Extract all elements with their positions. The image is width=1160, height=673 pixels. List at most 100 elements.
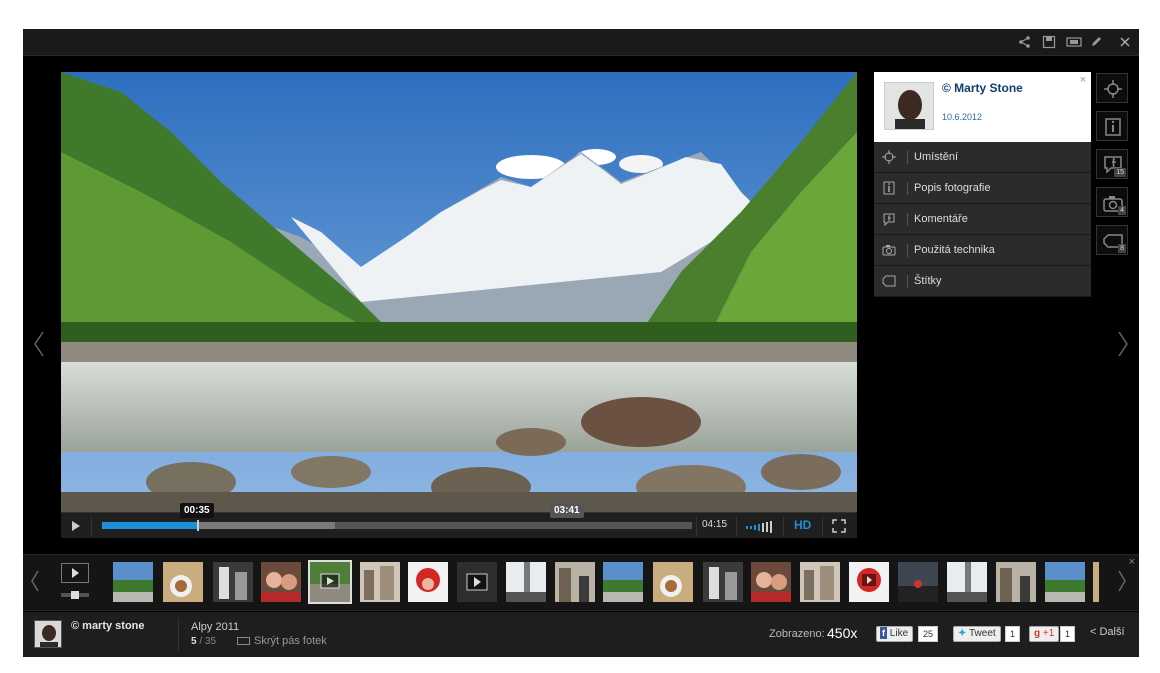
author-avatar[interactable] [884, 82, 934, 130]
menu-label: Štítky [914, 275, 942, 287]
comments-side-icon[interactable]: 15 [1096, 149, 1128, 179]
author-card: © Marty Stone 10.6.2012 × [874, 72, 1091, 142]
menu-item-tags[interactable]: Štítky [874, 266, 1091, 297]
filmstrip-thumb[interactable] [213, 562, 253, 602]
google-plus-button[interactable]: g +1 [1029, 626, 1060, 642]
facebook-icon: f [880, 627, 887, 639]
photo-viewer-window: 04:15 HD 00:35 03:41 © Marty Stone 10.6.… [23, 29, 1139, 657]
filmstrip-thumb[interactable] [506, 562, 546, 602]
twitter-bird-icon: ✦ [958, 628, 967, 639]
info-icon [882, 181, 900, 195]
filmstrip-thumb-active[interactable] [308, 560, 352, 604]
filmstrip-next-icon[interactable] [1117, 569, 1127, 598]
slideshow-icon[interactable] [1066, 35, 1082, 49]
filmstrip-thumb[interactable] [555, 562, 595, 602]
crosshair-icon [882, 150, 900, 164]
share-icon: < [1090, 626, 1097, 638]
controls-divider [696, 516, 697, 536]
filmstrip-prev-icon[interactable] [30, 569, 40, 598]
filmstrip-thumb[interactable] [1093, 562, 1099, 602]
filmstrip-thumb[interactable] [653, 562, 693, 602]
info-side-icon[interactable] [1096, 111, 1128, 141]
user-avatar[interactable] [34, 620, 62, 648]
slideshow-speed-slider[interactable] [61, 591, 89, 599]
video-player[interactable]: 04:15 HD 00:35 03:41 [61, 72, 857, 538]
progress-bar[interactable] [101, 520, 693, 531]
tags-count-badge: 8 [1118, 244, 1126, 253]
camera-icon [882, 243, 900, 257]
bottom-bar: © marty stone Alpy 2011 5 / 35 Skrýt pás… [23, 612, 1139, 657]
menu-item-description[interactable]: Popis fotografie [874, 173, 1091, 204]
filmstrip-thumb[interactable] [261, 562, 301, 602]
progress-handle[interactable] [197, 520, 199, 531]
tweet-label: Tweet [969, 628, 996, 639]
next-button[interactable]: < Další [1090, 626, 1125, 638]
views-label: Zobrazeno: [769, 628, 825, 640]
menu-divider [907, 182, 908, 195]
google-plus-icon: g [1034, 628, 1041, 639]
tweet-count: 1 [1005, 626, 1021, 642]
save-icon[interactable] [1042, 35, 1056, 49]
menu-item-location[interactable]: Umístění [874, 142, 1091, 173]
controls-divider [736, 516, 737, 536]
filmstrip-thumb[interactable] [360, 562, 400, 602]
facebook-like-button[interactable]: f Like [876, 626, 914, 642]
google-plus-label: +1 [1042, 628, 1055, 639]
filmstrip-close-icon[interactable]: × [1129, 556, 1135, 568]
filmstrip-thumb[interactable] [898, 562, 938, 602]
photo-position: 5 / 35 [191, 636, 216, 647]
menu-label: Umístění [914, 151, 959, 163]
slider-handle[interactable] [71, 591, 79, 599]
views-count: 450x [827, 625, 858, 641]
slideshow-play-button[interactable] [61, 563, 89, 583]
close-info-icon[interactable]: × [1080, 74, 1086, 86]
controls-divider [822, 516, 823, 536]
tags-side-icon[interactable]: 8 [1096, 225, 1128, 255]
filmstrip-thumb[interactable] [603, 562, 643, 602]
share-icon[interactable] [1018, 35, 1032, 49]
camera-side-icon[interactable]: 4 [1096, 187, 1128, 217]
album-name[interactable]: Alpy 2011 [191, 621, 239, 633]
bottom-divider [178, 618, 179, 651]
menu-divider [907, 275, 908, 288]
photo-position-total: / 35 [199, 636, 217, 647]
filmstrip-thumb[interactable] [947, 562, 987, 602]
menu-label: Komentáře [914, 213, 968, 225]
close-icon[interactable] [1118, 35, 1132, 49]
user-name[interactable]: © marty stone [71, 621, 161, 632]
play-button[interactable] [61, 513, 91, 538]
played-bar [102, 522, 198, 529]
landscape-photo [61, 72, 857, 512]
hd-button[interactable]: HD [794, 518, 811, 532]
facebook-like-count: 25 [918, 626, 939, 642]
filmstrip-thumb[interactable] [457, 562, 497, 602]
menu-label: Popis fotografie [914, 182, 991, 194]
filmstrip-thumb[interactable] [996, 562, 1036, 602]
filmstrip: × [23, 554, 1139, 611]
edit-icon[interactable] [1089, 35, 1103, 49]
filmstrip-thumb[interactable] [703, 562, 743, 602]
fullscreen-icon[interactable] [832, 519, 846, 533]
filmstrip-thumb[interactable] [408, 562, 448, 602]
menu-divider [907, 244, 908, 257]
comments-count-badge: 15 [1114, 168, 1126, 177]
tweet-button[interactable]: ✦ Tweet [953, 626, 1001, 642]
filmstrip-thumb[interactable] [800, 562, 840, 602]
filmstrip-thumb[interactable] [163, 562, 203, 602]
filmstrip-thumb[interactable] [113, 562, 153, 602]
author-name[interactable]: © Marty Stone [942, 82, 1062, 94]
location-side-icon[interactable] [1096, 73, 1128, 103]
menu-item-comments[interactable]: Komentáře [874, 204, 1091, 235]
volume-icon[interactable] [746, 520, 776, 533]
equipment-count-badge: 4 [1118, 206, 1126, 215]
filmstrip-thumb[interactable] [849, 562, 889, 602]
next-photo-arrow-icon[interactable] [1115, 329, 1131, 359]
filmstrip-thumb[interactable] [751, 562, 791, 602]
previous-photo-arrow-icon[interactable] [31, 329, 47, 359]
hide-filmstrip-toggle[interactable]: Skrýt pás fotek [237, 635, 327, 647]
current-time-tooltip: 00:35 [180, 503, 214, 518]
photo-info-panel: © Marty Stone 10.6.2012 × Umístění Popis… [874, 72, 1091, 298]
menu-item-equipment[interactable]: Použitá technika [874, 235, 1091, 266]
filmstrip-thumb[interactable] [1045, 562, 1085, 602]
menu-label: Použitá technika [914, 244, 995, 256]
